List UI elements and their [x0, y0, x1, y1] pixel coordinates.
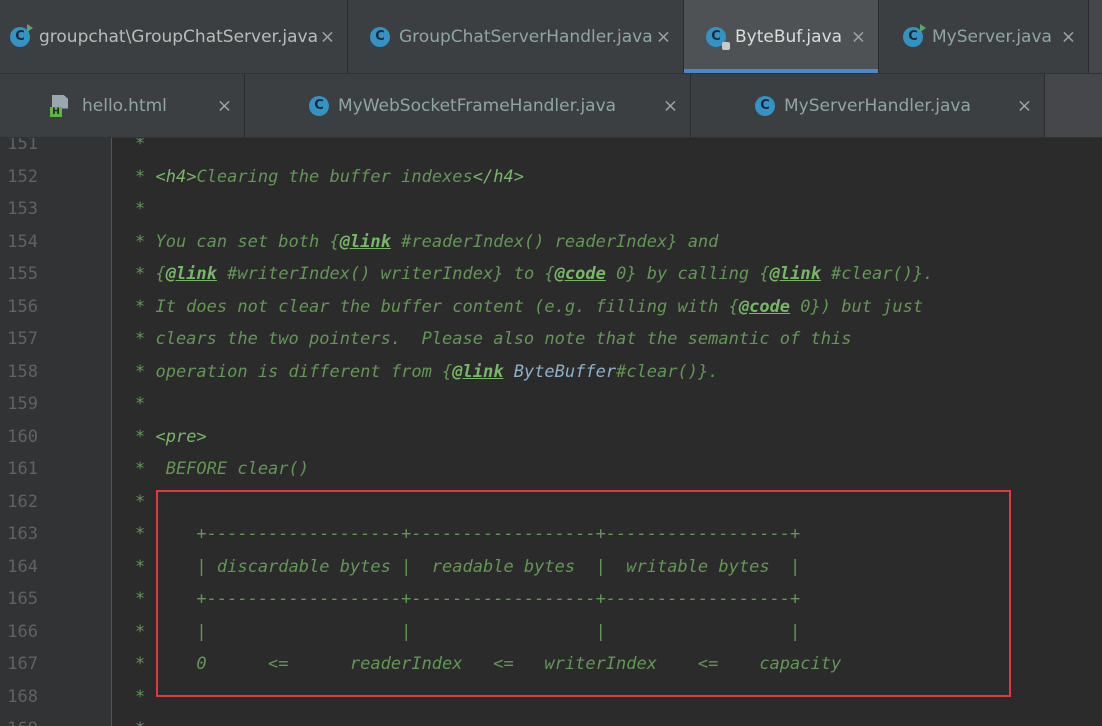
close-icon[interactable]: ×: [1061, 26, 1076, 47]
code-text: * BEFORE clear(): [135, 459, 309, 479]
java-class-icon: C: [370, 26, 390, 47]
code-text: * It does not clear the buffer content (…: [135, 297, 924, 317]
java-class-run-icon: C: [10, 23, 33, 47]
line-number: 169: [0, 713, 38, 726]
code-line: 169 *: [0, 713, 1102, 726]
code-line: 161 * BEFORE clear(): [0, 453, 1102, 485]
tab-label: MyWebSocketFrameHandler.java: [338, 95, 617, 116]
tab-row-filler: [1089, 0, 1102, 73]
code-line: 151 *: [0, 138, 1102, 160]
code-text: * operation is different from {@link Byt…: [135, 362, 719, 382]
tab-mywebsocketframehandler[interactable]: C MyWebSocketFrameHandler.java ×: [245, 74, 691, 137]
code-editor[interactable]: 151 * 152 * <h4>Clearing the buffer inde…: [0, 138, 1102, 726]
line-number: 152: [7, 167, 38, 187]
tab-label: MyServerHandler.java: [784, 95, 971, 116]
code-text: * <h4>Clearing the buffer indexes</h4>: [135, 167, 524, 187]
tab-groupchatserver[interactable]: C groupchat\GroupChatServer.java ×: [0, 0, 348, 73]
code-line: 159 *: [0, 388, 1102, 420]
tab-label: ByteBuf.java: [735, 26, 843, 47]
java-class-icon: C: [309, 95, 329, 116]
line-number: 151: [7, 138, 38, 154]
tab-myserver[interactable]: C MyServer.java ×: [879, 0, 1089, 73]
annotation-highlight-box: [156, 490, 1011, 697]
line-number: 154: [7, 232, 38, 252]
close-icon[interactable]: ×: [217, 95, 232, 116]
tab-label: hello.html: [82, 95, 167, 116]
code-text: *: [135, 687, 146, 707]
code-line: 152 * <h4>Clearing the buffer indexes</h…: [0, 161, 1102, 193]
line-number: 165: [7, 589, 38, 609]
close-icon[interactable]: ×: [1017, 95, 1032, 116]
close-icon[interactable]: ×: [656, 26, 671, 47]
code-text: *: [135, 492, 146, 512]
tab-myserverhandler[interactable]: C MyServerHandler.java ×: [691, 74, 1045, 137]
code-line: 157 * clears the two pointers. Please al…: [0, 323, 1102, 355]
code-line: 154 * You can set both {@link #readerInd…: [0, 226, 1102, 258]
tab-hello-html[interactable]: H hello.html ×: [0, 74, 245, 137]
java-class-icon: C: [755, 95, 775, 116]
line-number: 167: [7, 654, 38, 674]
line-number: 155: [7, 264, 38, 284]
line-number: 158: [7, 362, 38, 382]
code-line: 153 *: [0, 193, 1102, 225]
java-class-run-icon: C: [903, 23, 926, 47]
line-number: 161: [7, 459, 38, 479]
tab-row-filler: [1045, 74, 1102, 137]
html-file-icon: H: [50, 94, 72, 117]
code-text: *: [135, 199, 146, 219]
active-tab-indicator: [684, 69, 878, 73]
code-text: * You can set both {@link #readerIndex()…: [135, 232, 719, 252]
line-number: 162: [7, 492, 38, 512]
line-number: 156: [7, 297, 38, 317]
code-text: *: [135, 713, 145, 726]
line-number: 163: [7, 524, 38, 544]
code-text: *: [135, 138, 146, 154]
line-number: 153: [7, 199, 38, 219]
code-text: * clears the two pointers. Please also n…: [135, 329, 852, 349]
tab-groupchatserverhandler[interactable]: C GroupChatServerHandler.java ×: [348, 0, 684, 73]
code-text: * <pre>: [135, 427, 207, 447]
line-number: 157: [7, 329, 38, 349]
code-text: * {@link #writerIndex() writerIndex} to …: [135, 264, 934, 284]
line-number: 166: [7, 622, 38, 642]
code-text: *: [135, 394, 146, 414]
close-icon[interactable]: ×: [663, 95, 678, 116]
tab-label: MyServer.java: [932, 26, 1052, 47]
code-line: 158 * operation is different from {@link…: [0, 356, 1102, 388]
line-number: 159: [7, 394, 38, 414]
code-line: 156 * It does not clear the buffer conte…: [0, 291, 1102, 323]
line-number: 168: [7, 687, 38, 707]
line-number: 160: [7, 427, 38, 447]
code-line: 155 * {@link #writerIndex() writerIndex}…: [0, 258, 1102, 290]
class-reference-link[interactable]: ByteBuffer: [514, 362, 616, 382]
close-icon[interactable]: ×: [851, 26, 866, 47]
editor-tabs-row-2: H hello.html × C MyWebSocketFrameHandler…: [0, 74, 1102, 138]
java-class-locked-icon: C: [706, 26, 730, 50]
editor-tabs-row-1: C groupchat\GroupChatServer.java × C Gro…: [0, 0, 1102, 74]
tab-label: GroupChatServerHandler.java: [399, 26, 653, 47]
tab-bytebuf[interactable]: C ByteBuf.java ×: [684, 0, 879, 73]
tab-label: groupchat\GroupChatServer.java: [39, 26, 318, 47]
line-number: 164: [7, 557, 38, 577]
code-line: 160 * <pre>: [0, 421, 1102, 453]
close-icon[interactable]: ×: [320, 26, 335, 47]
